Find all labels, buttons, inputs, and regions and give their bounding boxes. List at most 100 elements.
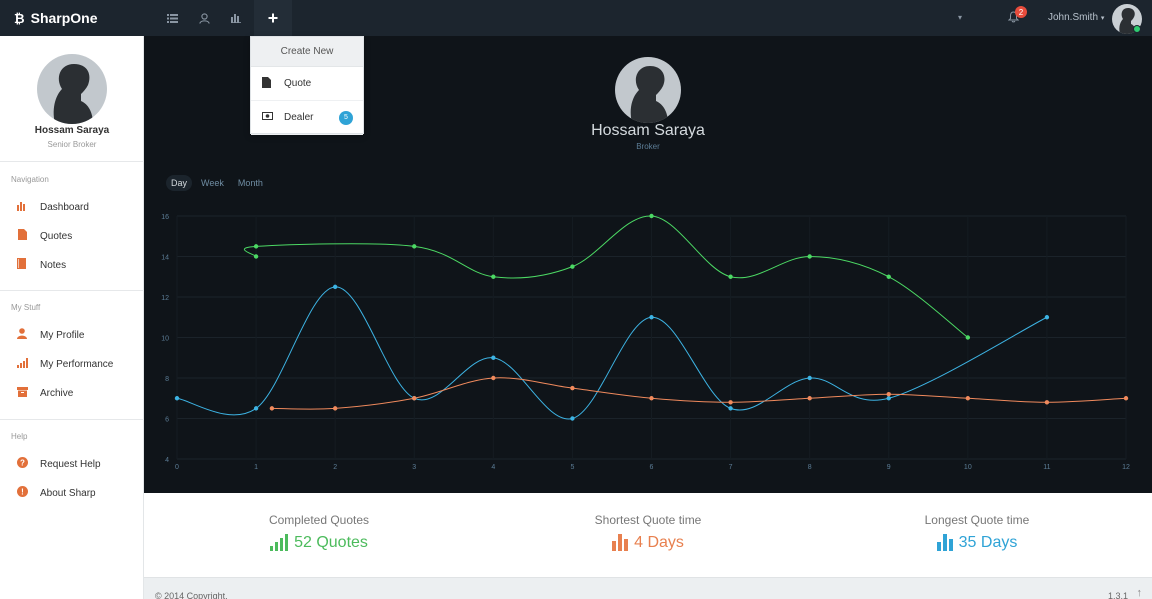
- divider: [0, 419, 144, 420]
- dealer-count-badge: 5: [339, 110, 353, 125]
- sidebar-item-request-help[interactable]: ? Request Help: [16, 456, 101, 472]
- tab-month[interactable]: Month: [233, 175, 268, 191]
- data-point: [649, 396, 654, 401]
- sidebar-item-dashboard[interactable]: Dashboard: [16, 199, 89, 215]
- scroll-top-icon[interactable]: ↑: [1137, 587, 1143, 599]
- svg-text:!: !: [21, 487, 24, 496]
- file-icon: [262, 76, 274, 91]
- dropdown-item-dealer[interactable]: Dealer 5: [251, 101, 363, 135]
- series-line-2: [271, 377, 1127, 410]
- data-point: [332, 406, 338, 411]
- sidebar-item-label: Request Help: [40, 458, 101, 470]
- stat-label: Completed Quotes: [268, 513, 370, 527]
- data-point: [332, 284, 338, 290]
- bar-chart-icon: [612, 534, 629, 551]
- x-tick-label: 8: [808, 464, 812, 471]
- x-tick-label: 12: [1122, 464, 1130, 471]
- data-point: [570, 385, 575, 391]
- data-point: [807, 396, 812, 401]
- user-menu[interactable]: John.Smith ▾: [1048, 12, 1104, 23]
- series-line-0: [243, 215, 969, 338]
- y-tick-label: 6: [165, 417, 169, 424]
- divider: [0, 290, 144, 291]
- sidebar-item-notes[interactable]: Notes: [16, 257, 66, 273]
- profile-avatar: [37, 54, 107, 124]
- period-tabs: Day Week Month: [166, 175, 268, 191]
- x-tick-label: 6: [650, 464, 654, 471]
- profile-role: Broker: [636, 142, 660, 151]
- sidebar-item-label: Dashboard: [40, 201, 89, 213]
- x-tick-label: 4: [491, 464, 495, 471]
- plus-icon[interactable]: [254, 0, 292, 36]
- tab-week[interactable]: Week: [196, 175, 229, 191]
- series-line-1: [176, 286, 1048, 420]
- info-circle-icon: !: [16, 486, 28, 500]
- user-icon[interactable]: [188, 0, 220, 36]
- question-circle-icon: ?: [16, 457, 28, 471]
- data-point: [412, 396, 417, 401]
- stat-value: 35 Days: [958, 534, 1018, 551]
- data-point: [965, 396, 971, 401]
- data-point: [649, 315, 654, 320]
- section-title-help: Help: [11, 432, 28, 441]
- stat-longest-quote-time: Longest Quote time 35 Days: [867, 513, 1087, 552]
- data-point: [174, 396, 180, 401]
- signal-icon: [270, 534, 289, 551]
- brand-name: SharpOne: [30, 10, 98, 26]
- sidebar-item-label: Notes: [40, 259, 67, 271]
- bar-chart-icon[interactable]: [220, 0, 252, 36]
- x-tick-label: 5: [570, 464, 574, 471]
- dropdown-item-label: Dealer: [284, 112, 314, 123]
- stat-value: 52 Quotes: [294, 534, 368, 551]
- footer: © 2014 Copyright. 1.3.1 ↑: [144, 577, 1152, 599]
- y-tick-label: 14: [161, 255, 169, 262]
- data-point: [269, 406, 275, 411]
- sidebar-item-label: My Profile: [40, 329, 85, 341]
- y-tick-label: 4: [165, 457, 169, 464]
- data-point: [253, 406, 259, 411]
- bar-chart-icon: [936, 534, 953, 551]
- sidebar-item-my-performance[interactable]: My Performance: [16, 356, 113, 372]
- user-icon: [16, 328, 28, 342]
- stat-value-row: 52 Quotes: [209, 534, 429, 552]
- book-icon: [16, 258, 28, 272]
- y-tick-label: 16: [161, 214, 169, 221]
- x-tick-label: 11: [1043, 464, 1050, 471]
- brand[interactable]: ₿ SharpOne: [14, 0, 98, 36]
- y-tick-label: 12: [161, 295, 169, 302]
- data-point: [807, 254, 812, 259]
- copyright: © 2014 Copyright.: [155, 591, 228, 599]
- data-point: [412, 244, 417, 249]
- data-point: [807, 375, 812, 381]
- signal-icon: [16, 357, 28, 371]
- sidebar-item-quotes[interactable]: Quotes: [16, 228, 72, 244]
- username: John.Smith: [1048, 12, 1099, 23]
- section-title-my-stuff: My Stuff: [11, 303, 41, 312]
- profile-name: Hossam Saraya: [34, 125, 110, 136]
- caret-down-icon[interactable]: ▾: [958, 13, 962, 22]
- data-point: [570, 416, 575, 421]
- x-tick-label: 7: [729, 464, 733, 471]
- list-icon[interactable]: [156, 0, 188, 36]
- stat-label: Longest Quote time: [924, 513, 1030, 527]
- stat-value-row: 4 Days: [538, 534, 758, 552]
- data-point: [649, 213, 654, 219]
- notification-badge[interactable]: 2: [1015, 6, 1027, 18]
- data-point: [965, 335, 971, 340]
- section-title-navigation: Navigation: [11, 175, 49, 184]
- x-tick-label: 0: [175, 464, 179, 471]
- top-nav: [156, 0, 292, 36]
- dropdown-item-quote[interactable]: Quote: [251, 67, 363, 101]
- money-icon: [262, 112, 274, 123]
- data-point: [728, 400, 733, 405]
- sidebar-item-my-profile[interactable]: My Profile: [16, 327, 84, 343]
- data-point: [728, 406, 733, 411]
- x-tick-label: 9: [887, 464, 891, 471]
- sidebar: Hossam Saraya Senior Broker Navigation D…: [0, 36, 144, 599]
- online-status-dot: [1133, 25, 1141, 33]
- sidebar-item-about-sharp[interactable]: ! About Sharp: [16, 485, 96, 501]
- tab-day[interactable]: Day: [166, 175, 193, 191]
- sidebar-item-archive[interactable]: Archive: [16, 385, 73, 401]
- dropdown-header: Create New: [251, 37, 363, 67]
- create-new-dropdown: Create New Quote Dealer 5: [250, 36, 364, 135]
